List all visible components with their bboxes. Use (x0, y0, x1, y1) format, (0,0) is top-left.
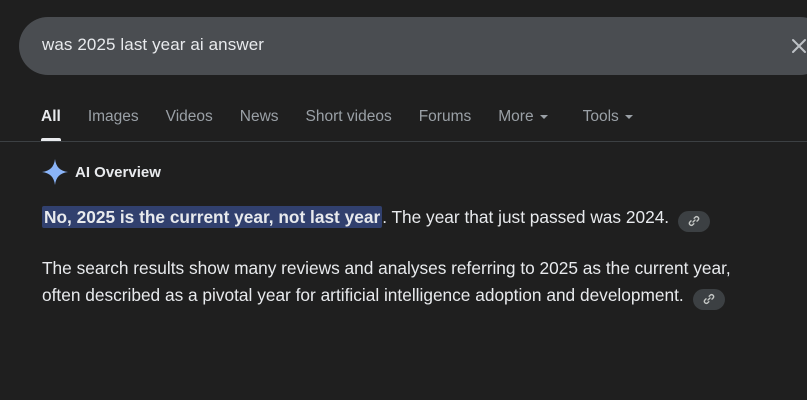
answer-highlight: No, 2025 is the current year, not last y… (42, 206, 383, 228)
tab-label: Videos (165, 108, 213, 125)
chevron-down-icon (624, 115, 633, 119)
link-icon (688, 216, 700, 226)
search-tabs: All Images Videos News Short videos Foru… (41, 105, 660, 141)
tab-news[interactable]: News (240, 105, 279, 141)
tab-label: Forums (418, 108, 472, 125)
link-icon (703, 294, 714, 304)
sparkle-icon (42, 159, 68, 185)
tab-videos[interactable]: Videos (166, 105, 213, 141)
tab-label: Short videos (305, 108, 392, 125)
detail-text: The search results show many reviews and… (42, 258, 731, 305)
ai-overview-title: AI Overview (75, 163, 161, 181)
ai-detail-paragraph: The search results show many reviews and… (42, 255, 762, 310)
ai-answer-paragraph: No, 2025 is the current year, not last y… (42, 204, 782, 232)
tab-all[interactable]: All (41, 105, 61, 141)
tabs-divider (0, 141, 807, 142)
search-results-page: was 2025 last year ai answer All Images … (0, 0, 807, 400)
source-link-button[interactable] (677, 210, 710, 232)
source-link-button[interactable] (692, 288, 725, 310)
tab-forums[interactable]: Forums (419, 105, 472, 141)
tab-tools[interactable]: Tools (583, 105, 633, 141)
tab-more[interactable]: More (498, 105, 548, 141)
tab-label: More (498, 108, 534, 125)
answer-rest: . The year that just passed was 2024. (382, 207, 670, 227)
tab-label: All (41, 108, 61, 125)
search-bar[interactable]: was 2025 last year ai answer (19, 17, 807, 75)
tab-label: News (239, 108, 279, 125)
tab-label: Tools (582, 108, 619, 125)
clear-icon[interactable] (790, 37, 807, 55)
tab-images[interactable]: Images (88, 105, 139, 141)
search-input[interactable]: was 2025 last year ai answer (42, 35, 264, 55)
chevron-down-icon (539, 115, 548, 119)
tab-label: Images (87, 108, 139, 125)
tab-short-videos[interactable]: Short videos (306, 105, 392, 141)
ai-overview-header: AI Overview (41, 158, 161, 186)
